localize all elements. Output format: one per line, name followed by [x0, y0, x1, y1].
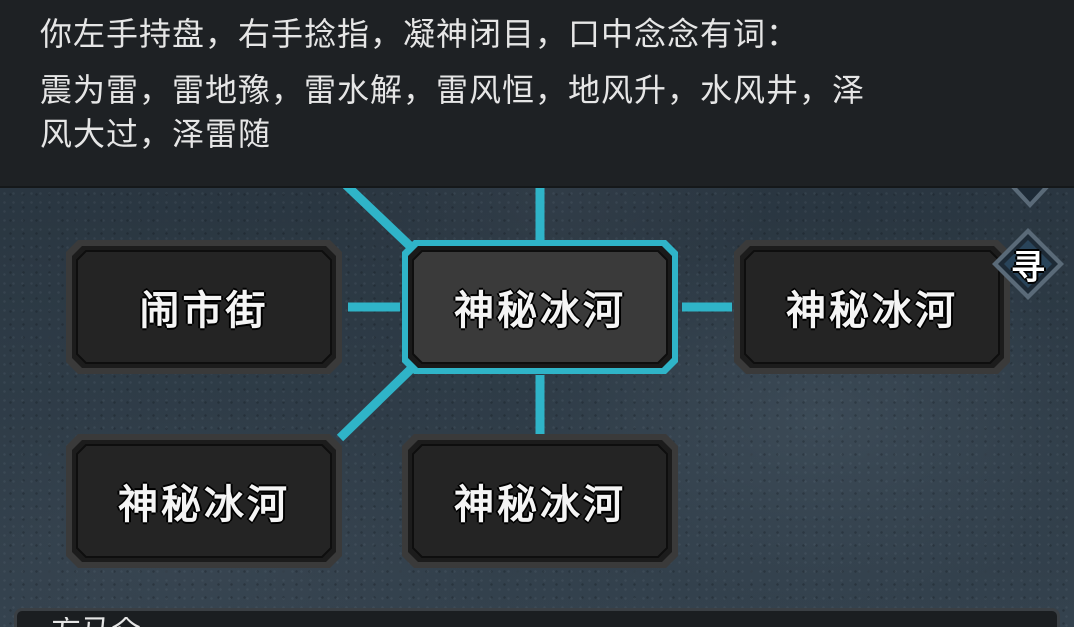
map-node-market-street[interactable]: 闹市街 [64, 238, 344, 376]
node-label: 神秘冰河 [118, 481, 290, 528]
map-node-current-location[interactable]: 神秘冰河 [400, 238, 680, 376]
search-marker-button[interactable]: 寻 [990, 226, 1066, 302]
narration-box: 你左手持盘，右手捻指，凝神闭目，口中念念有词： 震为雷，雷地豫，雷水解，雷风恒，… [0, 0, 1074, 186]
connector-north-west [342, 181, 414, 250]
connector-south-west [336, 364, 416, 442]
narration-line-2: 震为雷，雷地豫，雷水解，雷风恒，地风升，水风井，泽 [40, 71, 866, 109]
node-label: 神秘冰河 [786, 287, 958, 334]
node-label: 闹市街 [139, 287, 269, 334]
bottom-panel-text: 方马仑 [51, 617, 141, 627]
game-map-screen: 闹市街 神秘冰河 神秘冰河 神秘冰河 神秘冰河 寻 你左手持盘，右手捻指，凝神闭… [0, 0, 1074, 627]
map-node-east[interactable]: 神秘冰河 [732, 238, 1012, 376]
map-node-southwest[interactable]: 神秘冰河 [64, 432, 344, 570]
bottom-info-panel: 方马仑 [14, 608, 1060, 627]
node-label: 神秘冰河 [454, 481, 626, 528]
search-marker-label: 寻 [1011, 247, 1045, 288]
node-label: 神秘冰河 [454, 287, 626, 334]
map-node-south[interactable]: 神秘冰河 [400, 432, 680, 570]
narration-line-1: 你左手持盘，右手捻指，凝神闭目，口中念念有词： [40, 15, 800, 53]
narration-line-3: 风大过，泽雷随 [40, 115, 272, 153]
